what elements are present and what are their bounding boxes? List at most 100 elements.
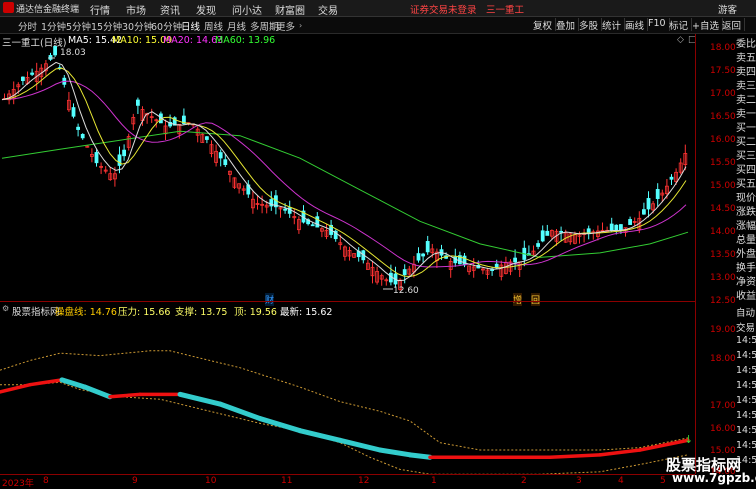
candle-body — [135, 99, 140, 106]
trade-panel: 自动交易14:5014:5014:5014:5014:5014:5014:501… — [735, 304, 756, 474]
candle-body — [122, 149, 126, 157]
operation-line-segment — [177, 391, 223, 407]
trade-label: 14:50 — [736, 365, 756, 376]
x-label: 2023年 — [2, 479, 34, 489]
chevron-right-icon[interactable]: › — [299, 21, 302, 30]
price-tick: 18.00 — [710, 43, 736, 53]
period-15min[interactable]: 15分钟 — [91, 19, 122, 33]
candle-body — [619, 224, 623, 231]
watermark-url: www.7gpzb.com — [672, 471, 756, 485]
menu-zixun[interactable]: 资讯 — [160, 2, 180, 17]
trade-label: 14:50 — [736, 350, 756, 361]
period-fenshi[interactable]: 分时 — [18, 19, 37, 33]
quote-label: 外盘 — [736, 249, 756, 260]
gear-icon[interactable]: ⚙ — [2, 304, 9, 313]
price-tick: 16.00 — [710, 135, 736, 145]
price-axis: 18.00 17.50 17.00 16.50 16.00 15.50 15.0… — [695, 34, 736, 306]
price-tick: 15.50 — [710, 158, 736, 168]
menu-caifuquan[interactable]: 财富圈 — [275, 2, 305, 17]
arrow-down-icon: ↓ — [684, 433, 693, 446]
operation-line-segment — [407, 452, 433, 460]
stock-name-display: 三一重工 — [486, 5, 525, 16]
candle-body — [559, 230, 563, 233]
operation-line — [0, 377, 690, 460]
menu-jiaoyi[interactable]: 交易 — [318, 2, 338, 17]
quote-label: 买三 — [736, 151, 756, 162]
operation-line-segment — [82, 384, 113, 400]
trade-label: 14:50 — [736, 380, 756, 391]
candle-body — [655, 189, 660, 199]
price-tick: 16.50 — [710, 112, 736, 122]
candle-body — [614, 224, 619, 231]
operation-line-segment — [598, 448, 642, 457]
buyback-marker[interactable]: 回 — [531, 293, 541, 306]
quote-label: 买五 — [736, 179, 756, 190]
quote-label: 现价 — [736, 193, 756, 204]
quote-label: 净资 — [736, 277, 756, 288]
period-1min[interactable]: 1分钟 — [41, 19, 66, 33]
quote-label: 卖二 — [736, 95, 756, 106]
period-multi[interactable]: 多周期 — [250, 19, 279, 33]
candle-body — [310, 224, 315, 227]
candle-body — [402, 269, 407, 276]
operation-line-segment — [217, 401, 263, 422]
trade-label: 14:50 — [736, 410, 756, 421]
x-label: 12 — [358, 476, 370, 486]
login-notice[interactable]: 证券交易未登录 — [410, 2, 477, 16]
x-label: 8 — [43, 476, 49, 486]
period-month[interactable]: 月线 — [227, 19, 246, 33]
operation-line-segment — [108, 392, 142, 399]
quote-label: 涨跌 — [736, 207, 756, 218]
period-more[interactable]: 更多 — [276, 19, 295, 33]
candle-body — [628, 219, 632, 225]
candle-body — [80, 133, 85, 139]
trade-label: 14:50 — [736, 425, 756, 436]
candle-body — [30, 72, 35, 75]
quote-label: 委比 — [736, 39, 756, 50]
candle-body — [513, 257, 517, 263]
candle-body — [117, 154, 122, 166]
candle-body — [315, 216, 320, 228]
trade-label: 14:50 — [736, 440, 756, 451]
title-bar: 通达信金融终端 行情 市场 资讯 发现 问小达 财富圈 交易 证券交易未登录 三… — [0, 0, 756, 17]
quote-label: 收益 — [736, 291, 756, 302]
menu-wenxiaoda[interactable]: 问小达 — [232, 2, 262, 17]
menu-shichang[interactable]: 市场 — [126, 2, 146, 17]
quote-label: 总量 — [736, 235, 756, 246]
settings-icon[interactable]: ◇ — [677, 35, 684, 45]
menu-faxian[interactable]: 发现 — [196, 2, 216, 17]
period-day[interactable]: 日线 — [181, 19, 200, 33]
candle-body — [223, 159, 228, 166]
candle-body — [218, 152, 223, 159]
operation-line-segment — [28, 378, 64, 387]
operation-line-segment — [297, 428, 343, 443]
menu-hangqing[interactable]: 行情 — [90, 2, 110, 17]
increase-marker[interactable]: 增 — [513, 293, 523, 306]
indicator-axis: 19.00 18.00 17.00 16.00 15.00 14.00 — [695, 304, 736, 477]
period-5min[interactable]: 5分钟 — [66, 19, 91, 33]
quote-label: 买一 — [736, 123, 756, 134]
candle-body — [53, 46, 57, 56]
add-watchlist-button[interactable]: +自选 — [689, 18, 723, 32]
period-week[interactable]: 周线 — [204, 19, 223, 33]
operation-line-segment — [257, 416, 303, 434]
back-button[interactable]: 返回 — [719, 18, 746, 32]
trade-label[interactable]: 自动 — [736, 305, 755, 319]
candle-body — [586, 228, 591, 234]
candle-body — [283, 208, 288, 211]
guest-label[interactable]: 游客 — [718, 2, 737, 16]
candle-body — [425, 241, 430, 253]
operation-line-segment — [548, 453, 602, 460]
quote-label: 换手 — [736, 263, 756, 274]
x-label: 11 — [281, 476, 293, 486]
period-60min[interactable]: 60分钟 — [151, 19, 182, 33]
period-30min[interactable]: 30分钟 — [122, 19, 153, 33]
trade-label: 14:50 — [736, 395, 756, 406]
quote-panel: 委比 卖五 卖四 卖三 卖二 卖一 买一 买二 买三 买四 买五 现价 涨跌 涨幅 总量 外盘 换手 净资 收益 — [735, 34, 756, 302]
indicator-tick: 18.00 — [710, 354, 736, 364]
candle-body — [536, 243, 540, 247]
trade-label[interactable]: 交易 — [736, 320, 755, 334]
app-name: 通达信金融终端 — [16, 5, 80, 15]
panel-separator — [0, 301, 695, 302]
candle-body — [76, 126, 80, 130]
